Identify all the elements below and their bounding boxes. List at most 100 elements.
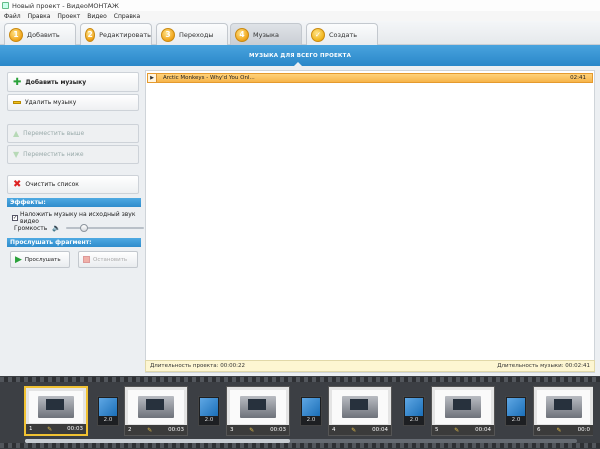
remove-music-button[interactable]: Удалить музыку xyxy=(7,94,139,111)
timeline-transition[interactable]: 2.0 xyxy=(300,396,322,426)
volume-slider-knob[interactable] xyxy=(80,224,89,232)
computer-icon xyxy=(342,396,378,418)
menu-help[interactable]: Справка xyxy=(114,13,140,20)
computer-icon xyxy=(38,396,74,418)
step-3-icon: 3 xyxy=(161,27,175,42)
duration-footer: Длительность проекта: 00:00:22 Длительно… xyxy=(145,360,595,372)
tab-music[interactable]: 4 Музыка xyxy=(230,23,302,45)
clip-index: 5 xyxy=(435,427,439,433)
menu-file[interactable]: Файл xyxy=(4,13,21,20)
transition-duration: 2.0 xyxy=(306,417,316,423)
clip-duration: 00:0 xyxy=(577,427,590,433)
window-title: Новый проект - ВидеоМОНТАЖ xyxy=(12,1,119,10)
clip-index: 2 xyxy=(128,427,132,433)
music-duration: Длительность музыки: 00:02:41 xyxy=(497,363,590,369)
timeline-transition[interactable]: 2.0 xyxy=(97,396,119,426)
move-down-button[interactable]: ▼ Переместить ниже xyxy=(7,145,139,164)
computer-icon xyxy=(240,396,276,418)
speaker-icon: 🔈 xyxy=(52,224,62,232)
clip-thumbnail xyxy=(29,391,83,423)
timeline-scrollbar[interactable] xyxy=(25,439,577,443)
computer-icon xyxy=(138,396,174,418)
overlay-music-label: Наложить музыку на исходный звук видео xyxy=(20,211,136,225)
clip-duration: 00:03 xyxy=(67,426,83,432)
pencil-icon[interactable]: ✎ xyxy=(351,427,356,434)
tab-edit[interactable]: 2 Редактировать xyxy=(80,23,152,45)
playlist-track[interactable]: ▶ Arctic Monkeys - Why'd You Onl... 02:4… xyxy=(147,73,593,83)
transition-icon xyxy=(99,398,117,416)
timeline-clip[interactable]: 6 ✎ 00:0 xyxy=(533,386,593,436)
timeline-scrollbar-thumb[interactable] xyxy=(25,439,290,443)
red-x-icon: ✖ xyxy=(13,179,22,190)
volume-control: Громкость 🔈 xyxy=(14,224,145,232)
timeline-clip[interactable]: 4 ✎ 00:04 xyxy=(328,386,392,436)
menu-video[interactable]: Видео xyxy=(87,13,107,20)
computer-icon xyxy=(545,396,582,418)
pencil-icon[interactable]: ✎ xyxy=(454,427,459,434)
transition-duration: 2.0 xyxy=(103,417,113,423)
arrow-down-icon: ▼ xyxy=(13,150,20,159)
transition-icon xyxy=(405,398,423,416)
tab-label: Музыка xyxy=(253,30,279,39)
transition-duration: 2.0 xyxy=(511,417,521,423)
clip-thumbnail xyxy=(332,390,388,424)
timeline-clip[interactable]: 5 ✎ 00:04 xyxy=(431,386,495,436)
timeline-clip[interactable]: 2 ✎ 00:03 xyxy=(124,386,188,436)
timeline-transition[interactable]: 2.0 xyxy=(198,396,220,426)
listen-label: Прослушать xyxy=(24,256,61,263)
clip-index: 3 xyxy=(230,427,234,433)
pencil-icon[interactable]: ✎ xyxy=(249,427,254,434)
listen-button[interactable]: ▶ Прослушать xyxy=(10,251,70,268)
clip-thumbnail xyxy=(537,390,590,424)
timeline-transition[interactable]: 2.0 xyxy=(403,396,425,426)
tab-add[interactable]: 1 Добавить xyxy=(4,23,76,45)
pencil-icon[interactable]: ✎ xyxy=(47,426,52,433)
volume-label: Громкость xyxy=(14,224,48,232)
clear-list-button[interactable]: ✖ Очистить список xyxy=(7,175,139,194)
pencil-icon[interactable]: ✎ xyxy=(557,427,562,434)
minus-icon xyxy=(13,101,21,104)
transition-duration: 2.0 xyxy=(409,417,419,423)
tab-create[interactable]: ✓ Создать xyxy=(306,23,378,45)
step-2-icon: 2 xyxy=(85,27,96,42)
checkbox-icon: ✓ xyxy=(12,215,18,221)
move-up-button[interactable]: ▲ Переместить выше xyxy=(7,124,139,143)
tab-label: Редактировать xyxy=(99,30,151,39)
transition-icon xyxy=(200,398,218,416)
clip-index: 6 xyxy=(537,427,541,433)
overlay-music-checkbox[interactable]: ✓ Наложить музыку на исходный звук видео xyxy=(12,211,141,225)
title-bar: Новый проект - ВидеоМОНТАЖ xyxy=(0,0,600,11)
add-music-button[interactable]: ✚ Добавить музыку xyxy=(7,72,139,92)
music-controls-panel: ✚ Добавить музыку Удалить музыку ▲ Перем… xyxy=(7,70,145,373)
banner-notch xyxy=(294,62,302,66)
step-1-icon: 1 xyxy=(9,27,23,42)
play-track-icon[interactable]: ▶ xyxy=(148,74,157,82)
stop-icon xyxy=(83,256,90,263)
transition-icon xyxy=(507,398,525,416)
transition-icon xyxy=(302,398,320,416)
stop-button[interactable]: Остановить xyxy=(78,251,138,268)
timeline-transition[interactable]: 2.0 xyxy=(505,396,527,426)
volume-slider[interactable] xyxy=(66,224,145,232)
timeline-clip[interactable]: 3 ✎ 00:03 xyxy=(226,386,290,436)
checkmark-icon: ✓ xyxy=(311,27,325,42)
clip-duration: 00:04 xyxy=(372,427,388,433)
move-up-label: Переместить выше xyxy=(23,130,85,137)
stop-label: Остановить xyxy=(93,256,128,263)
menu-project[interactable]: Проект xyxy=(57,13,80,20)
clip-duration: 00:04 xyxy=(475,427,491,433)
film-perforation-bottom xyxy=(0,443,600,448)
music-playlist: ▶ Arctic Monkeys - Why'd You Onl... 02:4… xyxy=(145,70,595,373)
menu-edit[interactable]: Правка xyxy=(28,13,51,20)
clip-duration: 00:03 xyxy=(168,427,184,433)
effects-header: Эффекты: xyxy=(7,198,141,207)
play-icon: ▶ xyxy=(15,254,22,265)
clip-index: 4 xyxy=(332,427,336,433)
tab-label: Создать xyxy=(329,30,358,39)
timeline-clip[interactable]: 1 ✎ 00:03 xyxy=(24,386,88,436)
tab-transitions[interactable]: 3 Переходы xyxy=(156,23,228,45)
step-4-icon: 4 xyxy=(235,27,249,42)
clip-thumbnail xyxy=(435,390,491,424)
pencil-icon[interactable]: ✎ xyxy=(147,427,152,434)
track-title: Arctic Monkeys - Why'd You Onl... xyxy=(163,75,255,81)
